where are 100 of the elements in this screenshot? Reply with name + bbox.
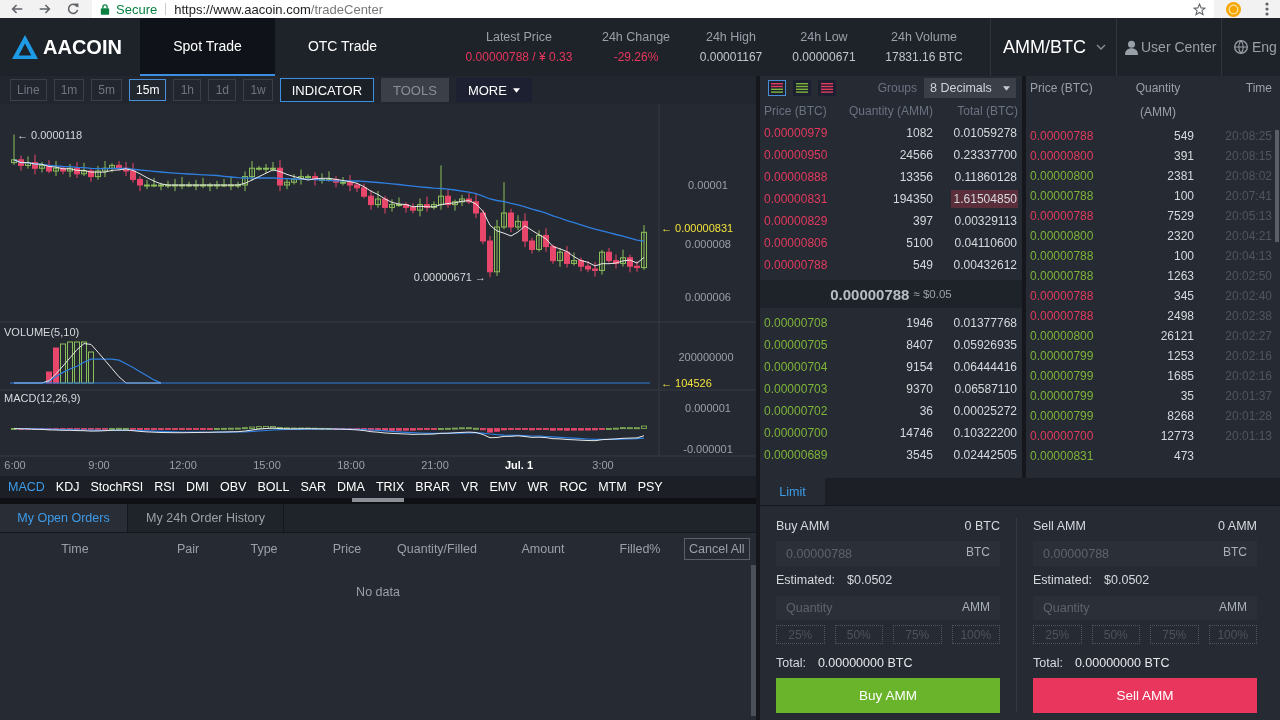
indicator-tab[interactable]: ROC xyxy=(559,480,588,494)
brand-name: AACOIN xyxy=(43,35,122,59)
ask-price[interactable]: 0.00000806 xyxy=(764,236,828,250)
trade-price: 0.00000788 xyxy=(1030,249,1094,263)
back-arrow-icon[interactable] xyxy=(10,2,24,16)
caret-icon xyxy=(512,87,520,93)
unit-label: BTC xyxy=(962,541,1000,566)
trade-price: 0.00000800 xyxy=(1030,149,1094,163)
time-axis-label: Jul. 1 xyxy=(504,459,534,471)
ask-price[interactable]: 0.00000788 xyxy=(764,258,828,272)
last-price-label: ← 0.00000831 xyxy=(661,222,734,234)
column-header: Quantity (AMM) xyxy=(849,104,933,118)
indicator-button[interactable]: INDICATOR xyxy=(279,78,375,102)
trade-quantity: 8268 xyxy=(1167,409,1194,423)
interval-button[interactable]: 1m xyxy=(53,79,85,101)
interval-button[interactable]: 15m xyxy=(129,79,167,101)
bid-price[interactable]: 0.00000704 xyxy=(764,360,828,374)
nav-tab[interactable]: OTC Trade xyxy=(275,18,410,76)
bid-price[interactable]: 0.00000689 xyxy=(764,448,828,462)
orders-tab[interactable]: My Open Orders xyxy=(0,504,128,532)
scrollbar[interactable] xyxy=(1275,130,1279,242)
nav-tab[interactable]: Spot Trade xyxy=(140,18,275,76)
more-button[interactable]: MORE xyxy=(455,78,532,102)
scrollbar[interactable] xyxy=(751,565,756,716)
time-axis-label: 12:00 xyxy=(169,459,197,471)
bid-quantity: 14746 xyxy=(899,426,933,440)
trade-price: 0.00000799 xyxy=(1030,409,1094,423)
indicator-tab[interactable]: KDJ xyxy=(55,480,80,494)
total-value: 0.00000000 BTC xyxy=(817,655,913,670)
bid-quantity: 9370 xyxy=(906,382,933,396)
logo-icon xyxy=(12,35,38,59)
ask-price[interactable]: 0.00000979 xyxy=(764,126,828,140)
orders-tab[interactable]: My 24h Order History xyxy=(128,504,284,532)
interval-button[interactable]: 5m xyxy=(91,79,123,101)
interval-button[interactable]: Line xyxy=(10,79,47,101)
bid-price[interactable]: 0.00000703 xyxy=(764,382,828,396)
book-view-button[interactable] xyxy=(768,80,786,96)
sell-button[interactable]: Sell AMM xyxy=(1033,678,1257,713)
indicator-tab[interactable]: PSY xyxy=(637,480,663,494)
book-view-button[interactable] xyxy=(818,80,836,96)
bid-price[interactable]: 0.00000702 xyxy=(764,404,828,418)
interval-button[interactable]: 1d xyxy=(208,79,237,101)
indicator-tab[interactable]: WR xyxy=(527,480,549,494)
tools-button[interactable]: TOOLS xyxy=(381,78,449,102)
reload-icon[interactable] xyxy=(66,2,80,16)
cancel-all-button[interactable]: Cancel All xyxy=(684,538,750,560)
last-volume-label: ← 104526 xyxy=(661,377,712,389)
indicator-tab[interactable]: DMA xyxy=(337,480,365,494)
decimals-dropdown[interactable]: 8 Decimals xyxy=(924,78,1016,98)
ask-price[interactable]: 0.00000831 xyxy=(764,192,828,206)
bid-price[interactable]: 0.00000708 xyxy=(764,316,828,330)
ask-price[interactable]: 0.00000888 xyxy=(764,170,828,184)
address-bar[interactable]: Secure https://www.aacoin.com/tradeCenter xyxy=(92,0,1214,18)
indicator-tab[interactable]: MTM xyxy=(598,480,627,494)
indicator-tab[interactable]: MACD xyxy=(8,480,45,494)
star-icon[interactable] xyxy=(1193,2,1206,16)
order-type-tab[interactable]: Limit xyxy=(760,478,825,505)
last-price: 0.00000788 xyxy=(830,285,910,303)
indicator-tab[interactable]: SAR xyxy=(300,480,327,494)
balance-text: 0 BTC xyxy=(964,518,1000,533)
bid-total: 0.06587110 xyxy=(953,381,1018,398)
trade-price: 0.00000799 xyxy=(1030,369,1094,383)
lock-icon xyxy=(100,3,110,15)
forward-arrow-icon[interactable] xyxy=(38,2,52,16)
indicator-tab[interactable]: RSI xyxy=(154,480,176,494)
indicator-tab[interactable]: TRIX xyxy=(375,480,405,494)
indicator-tab[interactable]: VR xyxy=(461,480,479,494)
menu-icon[interactable] xyxy=(1265,2,1269,16)
ask-price[interactable]: 0.00000829 xyxy=(764,214,828,228)
bid-price[interactable]: 0.00000700 xyxy=(764,426,828,440)
trade-price: 0.00000788 xyxy=(1030,309,1094,323)
ask-quantity: 397 xyxy=(912,214,933,228)
stat-value: -29.26% xyxy=(613,50,659,64)
indicator-tab[interactable]: OBV xyxy=(220,480,247,494)
ask-quantity: 549 xyxy=(912,258,933,272)
indicator-tab[interactable]: BOLL xyxy=(257,480,290,494)
stat-label: 24h High xyxy=(705,30,756,44)
resize-handle[interactable] xyxy=(352,498,404,502)
book-view-button[interactable] xyxy=(793,80,811,96)
estimated-value: $0.0502 xyxy=(1104,572,1150,587)
pane-title: VOLUME(5,10) xyxy=(4,326,80,338)
trade-quantity: 26121 xyxy=(1160,329,1194,343)
column-header: Price xyxy=(332,542,362,556)
bid-total: 0.02442505 xyxy=(952,447,1018,464)
indicator-tab[interactable]: DMI xyxy=(186,480,209,494)
indicator-tab[interactable]: EMV xyxy=(489,480,517,494)
trade-quantity: 7529 xyxy=(1167,209,1194,223)
bid-quantity: 8407 xyxy=(906,338,933,352)
indicator-tab[interactable]: BRAR xyxy=(415,480,451,494)
interval-button[interactable]: 1w xyxy=(243,79,273,101)
list-lines-icon xyxy=(796,83,808,93)
indicator-tab[interactable]: StochRSI xyxy=(90,480,144,494)
trade-price: 0.00000788 xyxy=(1030,209,1094,223)
interval-button[interactable]: 1h xyxy=(173,79,202,101)
ask-total: 0.00432612 xyxy=(952,257,1018,274)
ask-price[interactable]: 0.00000950 xyxy=(764,148,828,162)
column-header: Amount xyxy=(521,542,565,556)
trade-price: 0.00000799 xyxy=(1030,349,1094,363)
bid-price[interactable]: 0.00000705 xyxy=(764,338,828,352)
bid-total: 0.05926935 xyxy=(952,337,1018,354)
